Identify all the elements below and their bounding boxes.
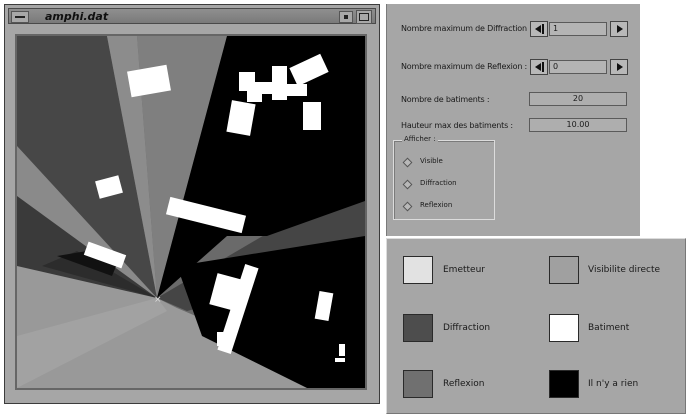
display-group: Afficher : Visible Diffraction Reflexion [393, 135, 495, 220]
radio-visible-label: Visible [420, 157, 443, 165]
viewer-window: amphi.dat × [4, 4, 380, 404]
legend-swatch-visibilite [549, 256, 579, 284]
radio-reflexion[interactable] [402, 201, 413, 212]
max-height-field[interactable]: 10.00 [529, 118, 627, 132]
max-height-label: Hauteur max des batiments : [401, 121, 513, 130]
radio-diffraction-label: Diffraction [420, 179, 457, 187]
legend-label-batiment: Batiment [588, 323, 630, 333]
legend-swatch-reflexion [403, 370, 433, 398]
window-title: amphi.dat [45, 10, 109, 23]
display-group-title: Afficher : [402, 135, 438, 143]
window-titlebar[interactable]: amphi.dat [8, 8, 376, 24]
minimize-icon[interactable] [339, 11, 353, 23]
maximize-icon[interactable] [356, 10, 372, 24]
decrement-diffraction-button[interactable] [530, 21, 548, 37]
building [303, 102, 321, 130]
legend-swatch-rien [549, 370, 579, 398]
emitter-marker: × [154, 295, 162, 305]
building [217, 332, 229, 346]
increment-reflection-button[interactable] [610, 59, 628, 75]
building [335, 358, 345, 362]
legend-swatch-batiment [549, 314, 579, 342]
legend-label-visibilite: Visibilite directe [588, 265, 661, 275]
radio-diffraction[interactable] [402, 179, 413, 190]
propagation-map[interactable]: × [17, 36, 365, 388]
scene-canvas[interactable]: × [15, 34, 367, 390]
menu-bar-icon[interactable] [11, 11, 29, 23]
legend-panel: Emetteur Visibilite directe Diffraction … [386, 238, 686, 414]
legend-label-emetteur: Emetteur [443, 265, 485, 275]
increment-diffraction-button[interactable] [610, 21, 628, 37]
max-diffraction-value[interactable]: 1 [549, 22, 607, 36]
legend-swatch-diffraction [403, 314, 433, 342]
decrement-reflection-button[interactable] [530, 59, 548, 75]
radio-visible[interactable] [402, 157, 413, 168]
max-diffraction-label: Nombre maximum de Diffraction : [401, 24, 532, 33]
max-reflection-value[interactable]: 0 [549, 60, 607, 74]
legend-swatch-emetteur [403, 256, 433, 284]
parameters-panel: Nombre maximum de Diffraction : 1 Nombre… [386, 4, 640, 236]
building [339, 344, 345, 356]
radio-reflexion-label: Reflexion [420, 201, 453, 209]
max-reflection-label: Nombre maximum de Reflexion : [401, 62, 528, 71]
legend-label-diffraction: Diffraction [443, 323, 491, 333]
legend-label-reflexion: Reflexion [443, 379, 485, 389]
nb-buildings-field[interactable]: 20 [529, 92, 627, 106]
nb-buildings-label: Nombre de batiments : [401, 95, 490, 104]
legend-label-rien: Il n'y a rien [588, 379, 639, 389]
